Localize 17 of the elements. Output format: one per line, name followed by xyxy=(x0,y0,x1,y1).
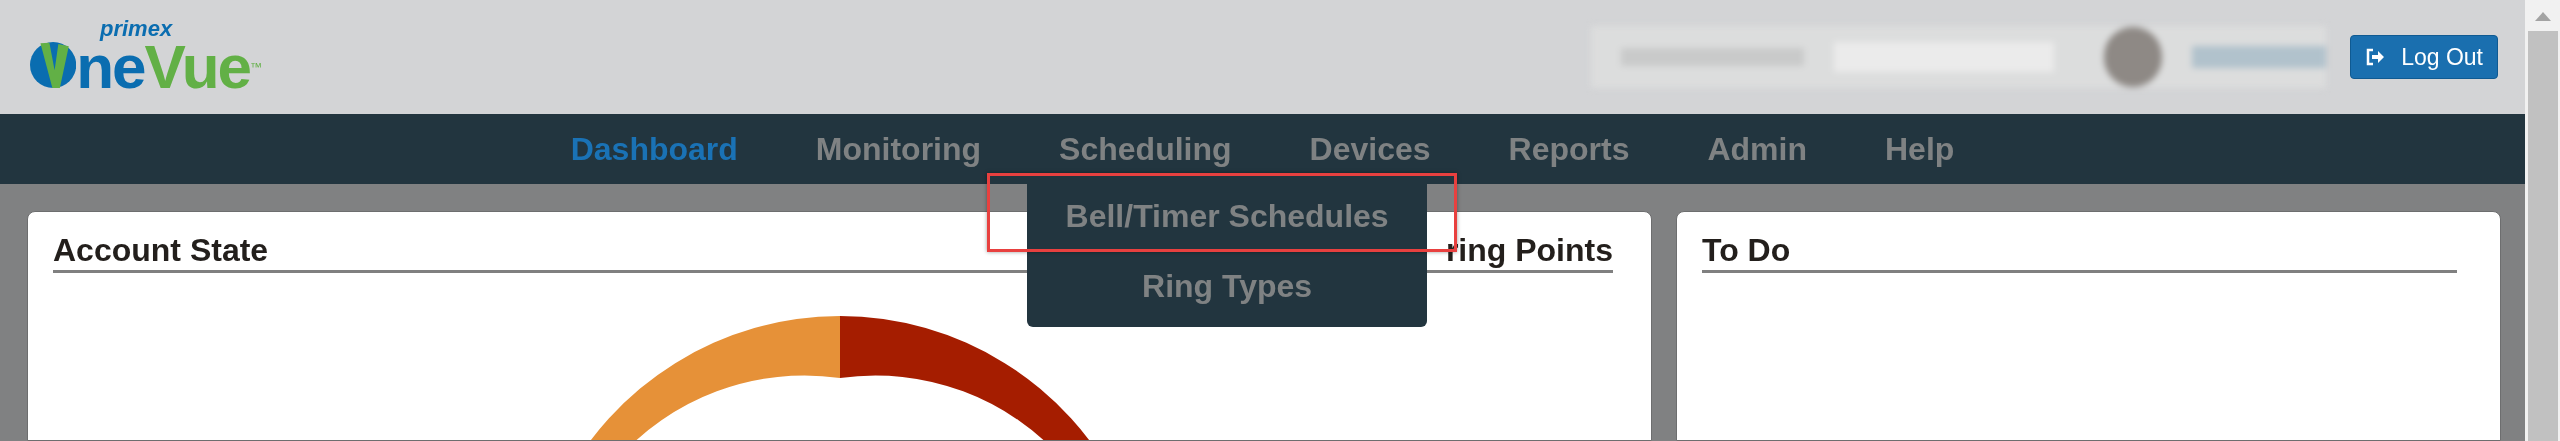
panel-title: Account State xyxy=(53,231,269,270)
menu-item[interactable]: Ring Types xyxy=(1142,262,1313,311)
log-out-button[interactable]: Log Out xyxy=(2350,35,2498,80)
nav-tab[interactable]: Monitoring xyxy=(815,125,982,174)
scrollbar[interactable] xyxy=(2525,0,2560,441)
scroll-up-arrow-icon[interactable] xyxy=(2534,12,2551,21)
nav-tab[interactable]: Scheduling xyxy=(1059,125,1232,174)
nav-tab[interactable]: Help xyxy=(1885,125,1955,174)
log-out-icon xyxy=(2365,48,2386,67)
nav-tab[interactable]: Reports xyxy=(1508,125,1630,174)
scrollbar-thumb[interactable] xyxy=(2527,31,2558,441)
nav-tab[interactable]: Admin xyxy=(1707,125,1807,174)
panel-title: To Do xyxy=(1702,231,1791,270)
nav-tab[interactable]: Dashboard xyxy=(570,125,738,174)
menu-item[interactable]: Bell/Timer Schedules xyxy=(1065,192,1389,241)
panel-title: ring Points xyxy=(1445,231,1613,270)
nav-tab[interactable]: Devices xyxy=(1309,125,1431,174)
